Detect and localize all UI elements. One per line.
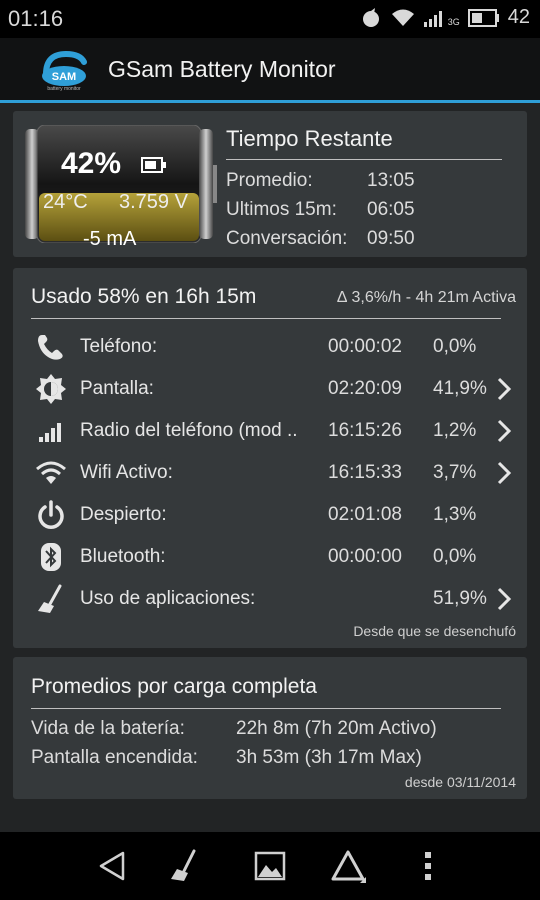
usage-row-apps[interactable]: Uso de aplicaciones: 51,9% <box>13 582 527 622</box>
usage-label: Radio del teléfono (mod .. <box>80 420 298 441</box>
chevron-right-icon[interactable] <box>496 586 512 612</box>
remaining-value: 06:05 <box>367 199 415 220</box>
back-icon <box>99 851 125 881</box>
usage-rate: ∆ 3,6%/h - 4h 21m Activa <box>337 289 516 306</box>
battery-readouts: 42% 24°C 3.759 V -5 mA <box>23 125 193 250</box>
usage-label: Wifi Activo: <box>80 462 173 483</box>
battery-graphic: 42% 24°C 3.759 V -5 mA <box>23 124 217 250</box>
remaining-row: Conversación: 09:50 <box>226 228 415 250</box>
averages-divider <box>31 708 501 709</box>
usage-time: 00:00:02 <box>328 336 402 357</box>
averages-row: Vida de la batería: 22h 8m (7h 20m Activ… <box>31 718 511 740</box>
battery-percent: 42% <box>61 147 122 180</box>
usage-card: Usado 58% en 16h 15m ∆ 3,6%/h - 4h 21m A… <box>13 268 527 648</box>
image-icon <box>254 851 286 881</box>
usage-percent: 0,0% <box>433 336 477 357</box>
remaining-value: 09:50 <box>367 228 415 249</box>
remaining-row: Ultimos 15m: 06:05 <box>226 199 415 221</box>
usage-title: Usado 58% en 16h 15m <box>31 285 257 308</box>
logo-subtext: battery monitor <box>47 86 81 92</box>
remaining-label: Promedio: <box>226 170 313 191</box>
app-bar: SAM battery monitor GSam Battery Monitor <box>0 38 540 103</box>
usage-time: 00:00:00 <box>328 546 402 567</box>
overflow-menu-icon <box>425 852 431 880</box>
remaining-row: Promedio: 13:05 <box>226 170 415 192</box>
broom-icon <box>171 849 196 881</box>
signal-status: 3G <box>423 9 460 27</box>
averages-value: 3h 53m (3h 17m Max) <box>236 747 422 768</box>
gsam-logo-icon: SAM battery monitor <box>42 50 87 92</box>
averages-label: Pantalla encendida: <box>31 747 198 768</box>
chevron-right-icon[interactable] <box>496 376 512 402</box>
usage-time: 16:15:26 <box>328 420 402 441</box>
usage-row-radio[interactable]: Radio del teléfono (mod .. 16:15:26 1,2% <box>13 414 527 454</box>
remaining-divider <box>226 159 502 160</box>
averages-card: Promedios por carga completa Vida de la … <box>13 657 527 799</box>
battery-current: -5 mA <box>83 228 137 250</box>
apps-broom-icon <box>35 582 67 616</box>
battery-temperature: 24°C <box>43 191 88 213</box>
usage-label: Uso de aplicaciones: <box>80 588 256 609</box>
usage-percent: 41,9% <box>433 378 487 399</box>
usage-time: 02:20:09 <box>328 378 402 399</box>
usage-label: Pantalla: <box>80 378 154 399</box>
remaining-label: Conversación: <box>226 228 348 249</box>
battery-voltage: 3.759 V <box>119 191 188 213</box>
averages-title: Promedios por carga completa <box>31 675 317 698</box>
usage-footnote: Desde que se desenchufó <box>353 623 516 639</box>
chevron-right-icon[interactable] <box>496 418 512 444</box>
status-time: 01:16 <box>8 6 64 31</box>
logo-text: SAM <box>52 71 76 83</box>
usage-percent: 1,2% <box>433 420 477 441</box>
battery-status-icon <box>467 8 499 27</box>
status-bar: 01:16 3G 42 <box>0 0 540 38</box>
status-icons: 3G 42 <box>360 6 530 29</box>
delta-icon <box>331 850 366 883</box>
usage-row-phone[interactable]: Teléfono: 00:00:02 0,0% <box>13 330 527 370</box>
wifi-status-icon <box>391 9 414 26</box>
screen-brightness-icon <box>35 372 67 406</box>
usage-label: Despierto: <box>80 504 167 525</box>
battery-level-text: 42 <box>507 6 530 28</box>
usage-divider <box>31 318 501 319</box>
averages-label: Vida de la batería: <box>31 718 185 739</box>
averages-row: Pantalla encendida: 3h 53m (3h 17m Max) <box>31 747 511 769</box>
battery-plug-icon <box>141 157 166 173</box>
averages-value: 22h 8m (7h 20m Activo) <box>236 718 437 739</box>
usage-percent: 0,0% <box>433 546 477 567</box>
app-title: GSam Battery Monitor <box>108 56 336 82</box>
averages-footnote: desde 03/11/2014 <box>404 774 516 790</box>
battery-summary-card[interactable]: 42% 24°C 3.759 V -5 mA Tiempo Restante P… <box>13 111 527 257</box>
usage-percent: 3,7% <box>433 462 477 483</box>
bottom-nav-bar <box>0 832 540 900</box>
clean-button[interactable] <box>164 848 204 884</box>
remaining-value: 13:05 <box>367 170 415 191</box>
chevron-right-icon[interactable] <box>496 460 512 486</box>
delta-button[interactable] <box>328 848 368 884</box>
usage-percent: 51,9% <box>433 588 487 609</box>
remaining-title: Tiempo Restante <box>226 126 393 151</box>
phone-icon <box>35 330 67 364</box>
usage-row-bluetooth[interactable]: Bluetooth: 00:00:00 0,0% <box>13 540 527 580</box>
back-button[interactable] <box>92 848 132 884</box>
usage-row-wifi[interactable]: Wifi Activo: 16:15:33 3,7% <box>13 456 527 496</box>
remaining-label: Ultimos 15m: <box>226 199 337 220</box>
signal-bars-icon <box>35 414 67 448</box>
usage-row-screen[interactable]: Pantalla: 02:20:09 41,9% <box>13 372 527 412</box>
usage-percent: 1,3% <box>433 504 477 525</box>
usage-label: Bluetooth: <box>80 546 166 567</box>
usage-row-awake[interactable]: Despierto: 02:01:08 1,3% <box>13 498 527 538</box>
image-button[interactable] <box>250 848 290 884</box>
wifi-icon <box>35 456 67 490</box>
notification-icon <box>362 7 379 27</box>
bluetooth-icon <box>35 540 67 574</box>
usage-label: Teléfono: <box>80 336 158 357</box>
signal-status-icon <box>423 10 442 27</box>
usage-time: 16:15:33 <box>328 462 402 483</box>
overflow-menu-button[interactable] <box>408 848 448 884</box>
app-logo: SAM battery monitor <box>36 48 92 92</box>
network-type: 3G <box>447 16 460 27</box>
usage-time: 02:01:08 <box>328 504 402 525</box>
power-icon <box>35 498 67 532</box>
